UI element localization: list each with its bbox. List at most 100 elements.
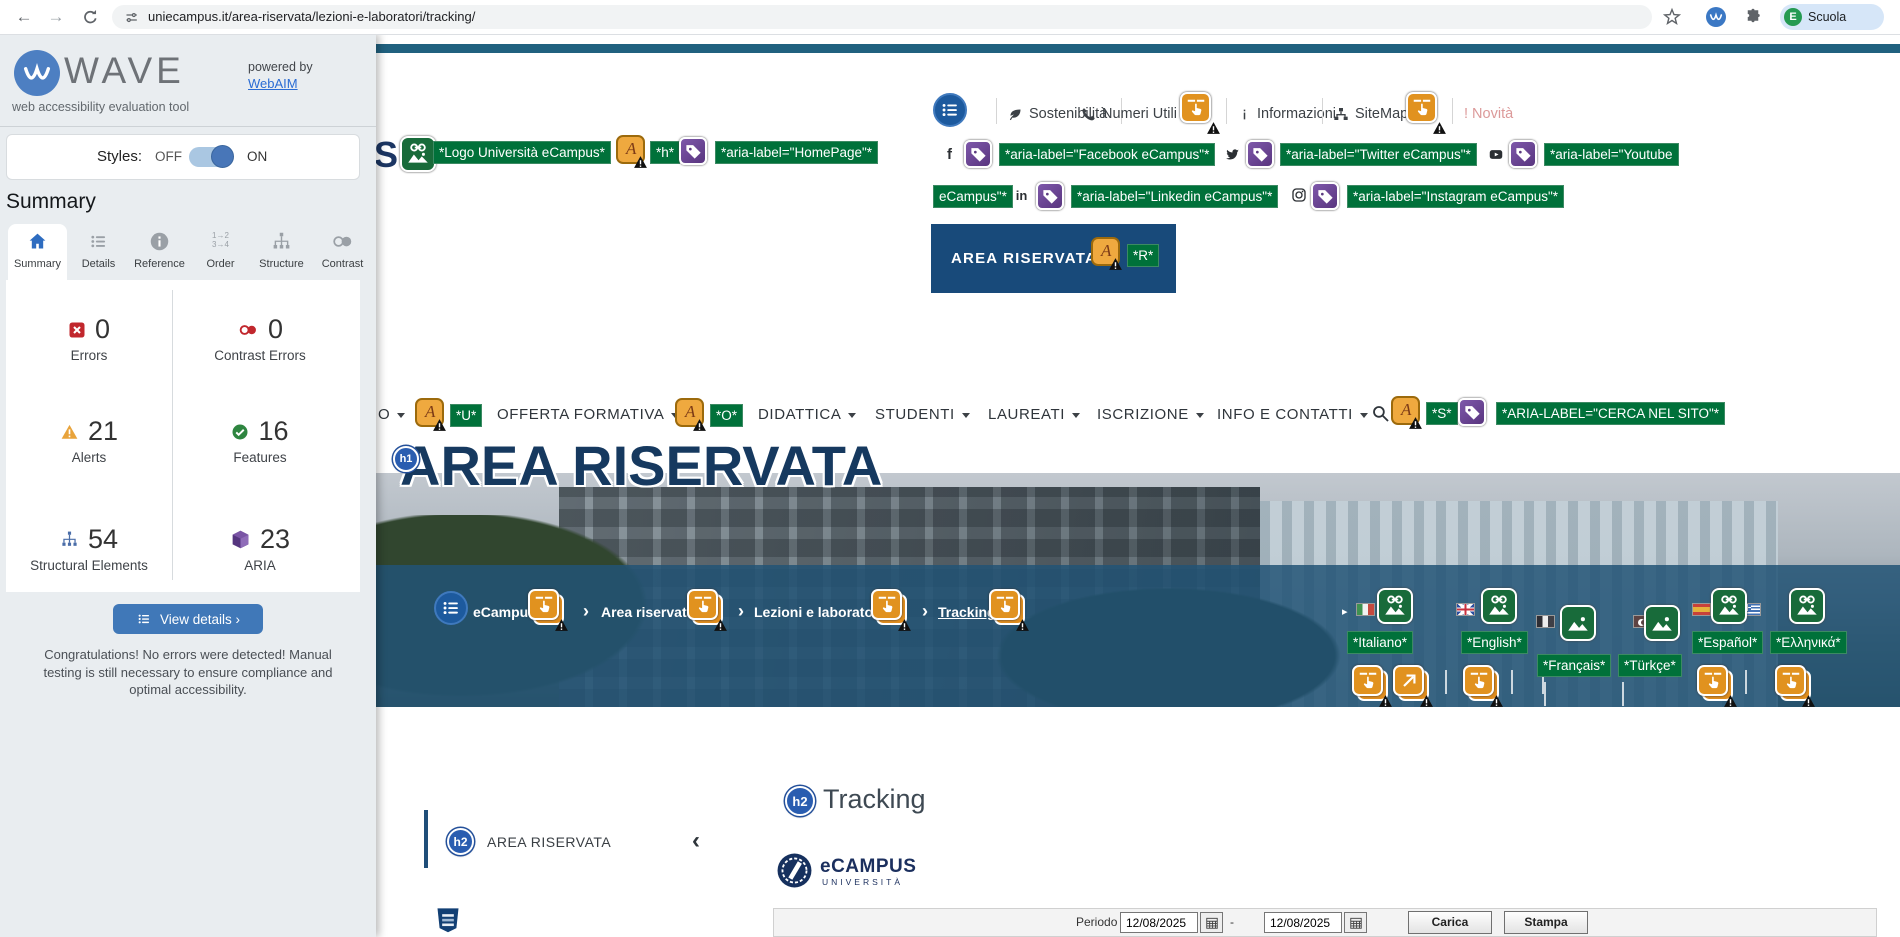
nav-item-didattica[interactable]: DIDATTICA <box>758 406 857 423</box>
date-from-input[interactable] <box>1120 912 1198 933</box>
instagram-icon[interactable] <box>1291 187 1307 203</box>
utility-label: Informazioni <box>1257 106 1336 122</box>
carica-button[interactable]: Carica <box>1408 911 1492 934</box>
linkedin-icon[interactable]: in <box>1013 187 1030 204</box>
tab-structure[interactable]: Structure <box>252 224 311 280</box>
forward-button[interactable]: → <box>44 5 68 29</box>
wave-linked-image-icon[interactable] <box>400 136 436 172</box>
wave-event-handler-icon[interactable] <box>1697 665 1737 707</box>
area-riservata-button[interactable]: AREA RISERVATA A *R* <box>931 224 1176 293</box>
flag-italy[interactable] <box>1356 603 1375 616</box>
webaim-link[interactable]: WebAIM <box>248 76 298 91</box>
wave-event-handler-icon[interactable] <box>1406 92 1446 134</box>
utility-item-novita[interactable]: ! Novità <box>1464 106 1513 122</box>
tag-icon <box>970 147 986 162</box>
flag-france[interactable] <box>1536 615 1555 628</box>
wave-h1-icon[interactable]: h1 <box>393 446 419 472</box>
wave-event-handler-icon[interactable] <box>687 589 727 631</box>
flag-spain[interactable] <box>1692 603 1711 616</box>
wave-event-handler-icon[interactable] <box>989 589 1029 631</box>
wave-alt-text-icon[interactable]: A <box>675 398 706 431</box>
breadcrumb-item-area-riservata[interactable]: Area riservata <box>601 604 694 620</box>
wave-linked-image-icon[interactable] <box>1789 588 1825 624</box>
divider <box>1226 98 1227 124</box>
utility-item-sitemap[interactable]: SiteMap <box>1333 106 1408 122</box>
wave-h2-icon[interactable]: h2 <box>447 828 474 855</box>
breadcrumb-item-lezioni[interactable]: Lezioni e laboratori <box>754 604 882 620</box>
extensions-puzzle-icon[interactable] <box>1744 8 1762 26</box>
profile-chip[interactable]: E Scuola <box>1780 4 1884 30</box>
wave-event-handler-icon[interactable] <box>1775 665 1815 707</box>
wave-aria-label-icon[interactable] <box>1036 182 1064 210</box>
wave-aria-label-icon[interactable] <box>679 137 707 165</box>
facebook-icon[interactable]: f <box>941 146 958 163</box>
youtube-icon[interactable] <box>1487 147 1505 162</box>
tab-details[interactable]: Details <box>69 224 128 280</box>
tab-reference[interactable]: Reference <box>130 224 189 280</box>
wave-new-window-icon[interactable] <box>1393 665 1433 707</box>
wave-event-handler-icon[interactable] <box>1352 665 1392 707</box>
breadcrumb-item-tracking[interactable]: Tracking <box>938 604 996 620</box>
collapse-chevron[interactable]: ‹ <box>692 827 700 855</box>
wave-aria-label-icon[interactable] <box>964 140 992 168</box>
breadcrumb-item-ecampus[interactable]: eCampus <box>473 604 536 620</box>
wave-event-handler-icon[interactable] <box>871 589 911 631</box>
wave-alt-text-icon[interactable]: A <box>1391 396 1422 429</box>
wave-linked-image-icon[interactable] <box>1711 588 1747 624</box>
wave-linked-image-icon[interactable] <box>1377 588 1413 624</box>
wave-logo <box>14 50 60 96</box>
bookmark-star-icon[interactable] <box>1662 7 1682 27</box>
menu-shield-icon[interactable] <box>434 903 462 937</box>
wave-aria-label-icon[interactable] <box>1458 398 1486 426</box>
section-accent-bar <box>424 810 428 868</box>
calendar-button[interactable] <box>1344 912 1367 933</box>
nav-item-info-contatti[interactable]: INFO E CONTATTI <box>1217 406 1368 423</box>
nav-item-truncated[interactable]: O <box>378 406 406 423</box>
wave-alt-text-icon[interactable]: A <box>616 135 647 168</box>
stat-value: 0 <box>267 314 284 344</box>
tab-summary[interactable]: Summary <box>8 224 67 280</box>
date-to-input[interactable] <box>1264 912 1342 933</box>
back-button[interactable]: ← <box>12 5 36 29</box>
wave-image-icon[interactable] <box>1644 605 1680 641</box>
flag-uk[interactable] <box>1456 603 1475 616</box>
wave-linked-image-icon[interactable] <box>1481 588 1517 624</box>
wave-event-handler-icon[interactable] <box>528 589 568 631</box>
stampa-button[interactable]: Stampa <box>1504 911 1588 934</box>
wave-image-icon[interactable] <box>1560 605 1596 641</box>
twitter-icon[interactable] <box>1224 146 1241 163</box>
hand-pointer-icon <box>1704 672 1721 688</box>
breadcrumb-menu-icon[interactable] <box>434 591 468 625</box>
calendar-button[interactable] <box>1200 912 1223 933</box>
url-text[interactable]: uniecampus.it/area-riservata/lezioni-e-l… <box>148 9 475 24</box>
utility-menu-icon[interactable] <box>933 93 967 127</box>
view-details-button[interactable]: View details › <box>113 604 263 634</box>
nav-item-laureati[interactable]: LAUREATI <box>988 406 1081 423</box>
utility-label: ! Novità <box>1464 106 1514 122</box>
nav-item-studenti[interactable]: STUDENTI <box>875 406 970 423</box>
site-settings-icon[interactable] <box>124 10 139 25</box>
wave-alt-text-icon[interactable]: A <box>1091 237 1122 270</box>
wave-brand: WAVE <box>64 50 185 91</box>
wave-event-handler-icon[interactable] <box>1180 92 1220 134</box>
tab-order[interactable]: 1→2 3→4 Order <box>191 224 250 280</box>
wave-alt-text-icon[interactable]: A <box>415 398 446 431</box>
wave-event-handler-icon[interactable] <box>1463 665 1503 707</box>
wave-aria-label-icon[interactable] <box>1311 182 1339 210</box>
search-icon[interactable] <box>1371 404 1390 423</box>
wave-tag: *U* <box>450 404 483 427</box>
nav-item-iscrizione[interactable]: ISCRIZIONE <box>1097 406 1204 423</box>
styles-toggle[interactable] <box>189 145 234 168</box>
reload-button[interactable] <box>78 5 102 29</box>
wave-aria-label-icon[interactable] <box>1509 140 1537 168</box>
hand-pointer-icon <box>535 596 552 612</box>
tab-contrast[interactable]: Contrast <box>313 224 372 280</box>
wave-aria-label-icon[interactable] <box>1246 140 1274 168</box>
utility-item-numeri-utili[interactable]: Numeri Utili <box>1081 106 1177 122</box>
url-bar[interactable]: uniecampus.it/area-riservata/lezioni-e-l… <box>112 5 1652 29</box>
wave-tagline: web accessibility evaluation tool <box>12 100 190 114</box>
wave-extension-icon[interactable] <box>1706 7 1726 27</box>
toggle-knob[interactable] <box>211 145 234 168</box>
wave-h2-icon[interactable]: h2 <box>785 786 815 816</box>
nav-item-offerta-formativa[interactable]: OFFERTA FORMATIVA <box>497 406 680 423</box>
